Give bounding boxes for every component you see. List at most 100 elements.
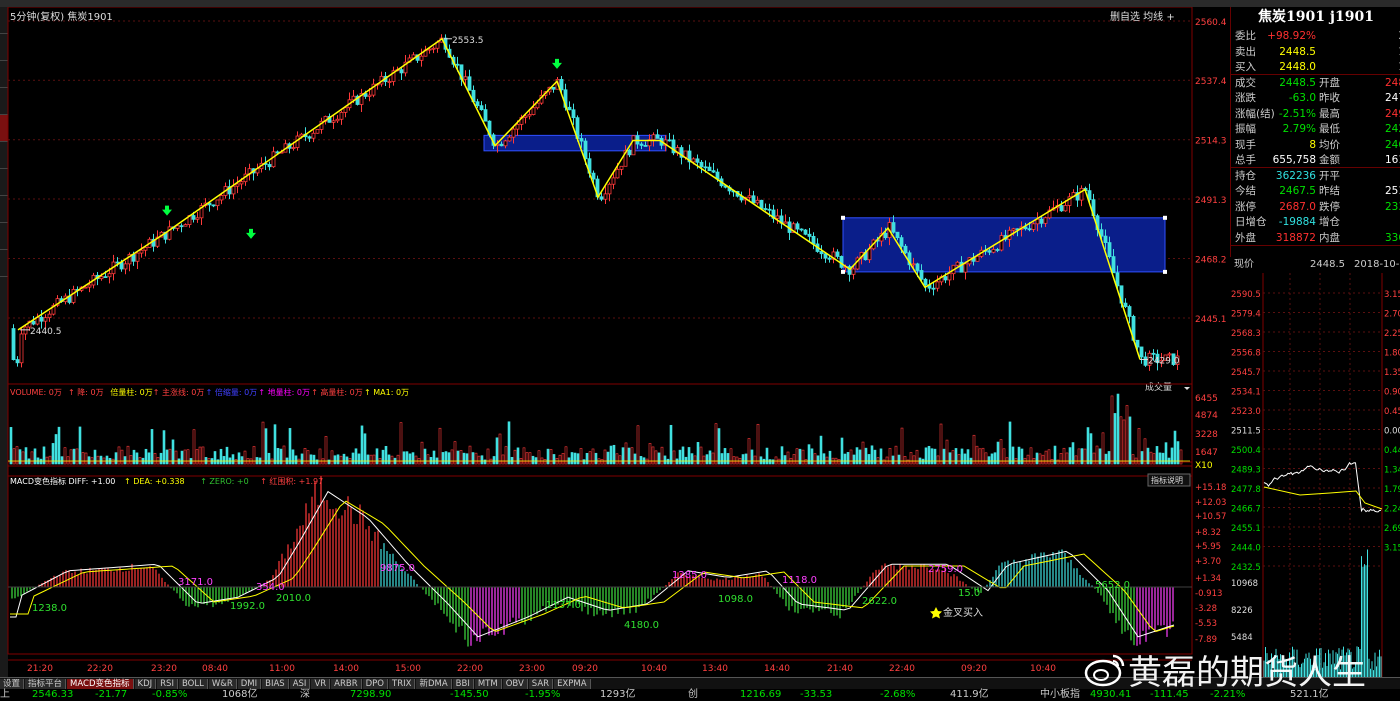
candle-body bbox=[559, 79, 564, 91]
volume-bar bbox=[843, 453, 847, 465]
macd-axis-label: +8.32 bbox=[1195, 528, 1221, 538]
candle-body bbox=[1011, 228, 1016, 231]
candle-body bbox=[851, 268, 856, 275]
candle-body bbox=[343, 107, 348, 113]
time-axis-label: 21:20 bbox=[27, 664, 53, 674]
mini-price-label: 2590.5 bbox=[1231, 290, 1261, 300]
mini-pct-label: 2.70 bbox=[1384, 310, 1400, 320]
volume-bar bbox=[621, 447, 625, 465]
volume-bar bbox=[216, 459, 220, 465]
candle-body bbox=[331, 120, 336, 123]
candle-body bbox=[239, 181, 244, 185]
volume-axis-label: 1647 bbox=[1195, 448, 1218, 458]
volume-bar bbox=[276, 448, 280, 465]
chart-controls[interactable]: 删自选 均线 + bbox=[1110, 8, 1175, 23]
current-price-bar: 现价 2448.5 2018-10-16 bbox=[1230, 257, 1400, 273]
quote-key: 卖出 bbox=[1235, 45, 1256, 58]
candle-body bbox=[215, 199, 220, 207]
candle-body bbox=[523, 115, 528, 118]
quote-row: 总手 655,758 金额 161 bbox=[1231, 153, 1400, 168]
candle-body bbox=[579, 138, 584, 142]
macd-legend-item: MACD变色指标 DIFF: +1.00 bbox=[10, 476, 115, 486]
volume-bar bbox=[123, 456, 127, 465]
candle-body bbox=[935, 281, 940, 289]
volume-bar bbox=[300, 453, 304, 465]
volume-bar bbox=[114, 452, 118, 465]
volume-axis-label: 4874 bbox=[1195, 411, 1218, 421]
volume-bar bbox=[495, 437, 499, 465]
candle-body bbox=[691, 158, 696, 163]
volume-bar bbox=[1116, 393, 1120, 465]
volume-bar bbox=[441, 452, 445, 465]
volume-bar bbox=[39, 458, 43, 465]
volume-bar bbox=[678, 449, 682, 465]
volume-bar bbox=[366, 454, 370, 465]
candle-body bbox=[755, 199, 760, 204]
candle-body bbox=[211, 204, 216, 207]
volume-bar bbox=[1035, 452, 1039, 465]
candle-body bbox=[827, 257, 832, 260]
mini-price-label: 2466.7 bbox=[1231, 505, 1261, 515]
volume-bar bbox=[1098, 448, 1102, 465]
time-axis-label: 22:20 bbox=[87, 664, 113, 674]
mini-pct-label: 1.34 bbox=[1384, 466, 1400, 476]
volume-bar bbox=[873, 449, 877, 465]
volume-bar bbox=[1170, 447, 1174, 465]
candle-body bbox=[1127, 306, 1132, 317]
quote-key2: 昨收 bbox=[1319, 92, 1340, 104]
volume-bar bbox=[1080, 448, 1084, 465]
candle-body bbox=[1135, 339, 1140, 348]
mini-price-label: 2500.4 bbox=[1231, 446, 1261, 456]
mini-pct-label: 1.79 bbox=[1384, 485, 1400, 495]
candle-body bbox=[915, 263, 920, 271]
volume-bar bbox=[1107, 451, 1111, 465]
candle-body bbox=[103, 276, 108, 279]
mini-price-label: 2579.4 bbox=[1231, 310, 1261, 320]
volume-bar bbox=[717, 428, 721, 465]
volume-bar bbox=[456, 450, 460, 465]
quote-key: 涨停 bbox=[1235, 200, 1256, 213]
candle-body bbox=[895, 231, 900, 239]
volume-bar bbox=[585, 452, 589, 465]
volume-bar bbox=[471, 452, 475, 465]
price-date: 2018-10-16 bbox=[1354, 259, 1400, 270]
candle-body bbox=[639, 143, 644, 146]
ticker-item: -0.85% bbox=[152, 689, 188, 700]
mini-price-label: 2556.8 bbox=[1231, 349, 1261, 359]
volume-bar bbox=[213, 451, 217, 465]
mini-pct-label: 0.44 bbox=[1384, 446, 1400, 456]
intraday-mini-chart[interactable]: 2590.5 2579.4 2568.3 2556.8 2545.7 2534.1 2523… bbox=[1230, 273, 1400, 677]
volume-bar bbox=[741, 454, 745, 465]
volume-bar bbox=[942, 448, 946, 465]
mini-price-label: 5484 bbox=[1231, 633, 1253, 643]
quote-value2: 248 bbox=[1384, 76, 1400, 89]
quote-key2: 内盘 bbox=[1319, 231, 1340, 244]
volume-bar bbox=[87, 456, 91, 465]
volume-bar bbox=[315, 459, 319, 465]
macd-value-label: 3171.0 bbox=[178, 577, 213, 588]
quote-row: 涨停 2687.0 跌停 233 bbox=[1231, 200, 1400, 214]
candle-body bbox=[179, 225, 184, 228]
volume-bar bbox=[351, 452, 355, 465]
volume-bar bbox=[759, 456, 763, 465]
mini-pct-label: 2.24 bbox=[1384, 505, 1400, 515]
quote-key2: 开平 bbox=[1319, 169, 1340, 182]
macd-value-label: 1238.0 bbox=[32, 603, 67, 614]
candle-body bbox=[515, 123, 520, 130]
mini-price-label: 2568.3 bbox=[1231, 329, 1261, 339]
volume-bar bbox=[1020, 448, 1024, 465]
weibo-logo-icon bbox=[1084, 654, 1125, 687]
volume-bar bbox=[60, 456, 64, 465]
quote-value2: 246 bbox=[1384, 138, 1400, 151]
volume-bar bbox=[279, 448, 283, 465]
kline-chart-area[interactable]: 2553.5 2440.5 2429.0 成交量 VOLUME: 0万 ↑ 降: 0万倍… bbox=[0, 7, 1230, 677]
candle-body bbox=[135, 252, 140, 262]
volume-bar bbox=[219, 448, 223, 465]
candle-body bbox=[795, 223, 800, 230]
candle-body bbox=[195, 217, 200, 220]
time-axis-label: 14:00 bbox=[333, 664, 359, 674]
candle-body bbox=[807, 233, 812, 237]
volume-bar bbox=[681, 446, 685, 465]
volume-legend-item: ↑ 高量柱: 0万 bbox=[311, 387, 363, 397]
quote-key: 今结 bbox=[1235, 185, 1256, 197]
